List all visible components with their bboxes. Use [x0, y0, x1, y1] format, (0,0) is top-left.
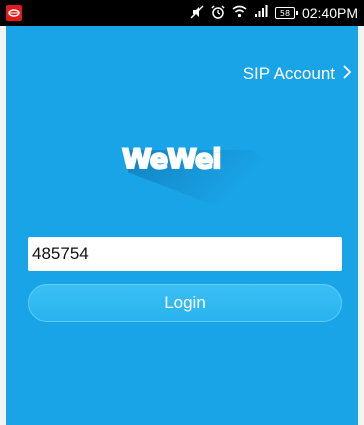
- sip-account-link[interactable]: SIP Account: [243, 64, 352, 84]
- login-screen: SIP Account WeWei Login: [0, 26, 364, 425]
- wewei-logo: WeWei: [121, 142, 288, 206]
- alarm-icon: [211, 4, 225, 22]
- logo-text: WeWei: [121, 143, 223, 176]
- lips-notification-icon: [6, 5, 22, 21]
- status-bar: 58 02:40PM: [0, 0, 364, 26]
- status-time: 02:40PM: [301, 5, 358, 21]
- chevron-right-icon: [343, 64, 352, 84]
- status-icons: 58 02:40PM: [190, 4, 358, 22]
- battery-icon: 58: [274, 7, 298, 19]
- login-button[interactable]: Login: [28, 284, 342, 322]
- sip-account-label: SIP Account: [242, 64, 335, 83]
- signal-icon: [254, 5, 268, 21]
- mute-icon: [190, 4, 204, 22]
- screen: 58 02:40PM SIP Account WeWei Login: [0, 0, 364, 425]
- account-input[interactable]: [28, 237, 342, 271]
- wifi-icon: [232, 5, 247, 21]
- login-button-label: Login: [164, 293, 206, 312]
